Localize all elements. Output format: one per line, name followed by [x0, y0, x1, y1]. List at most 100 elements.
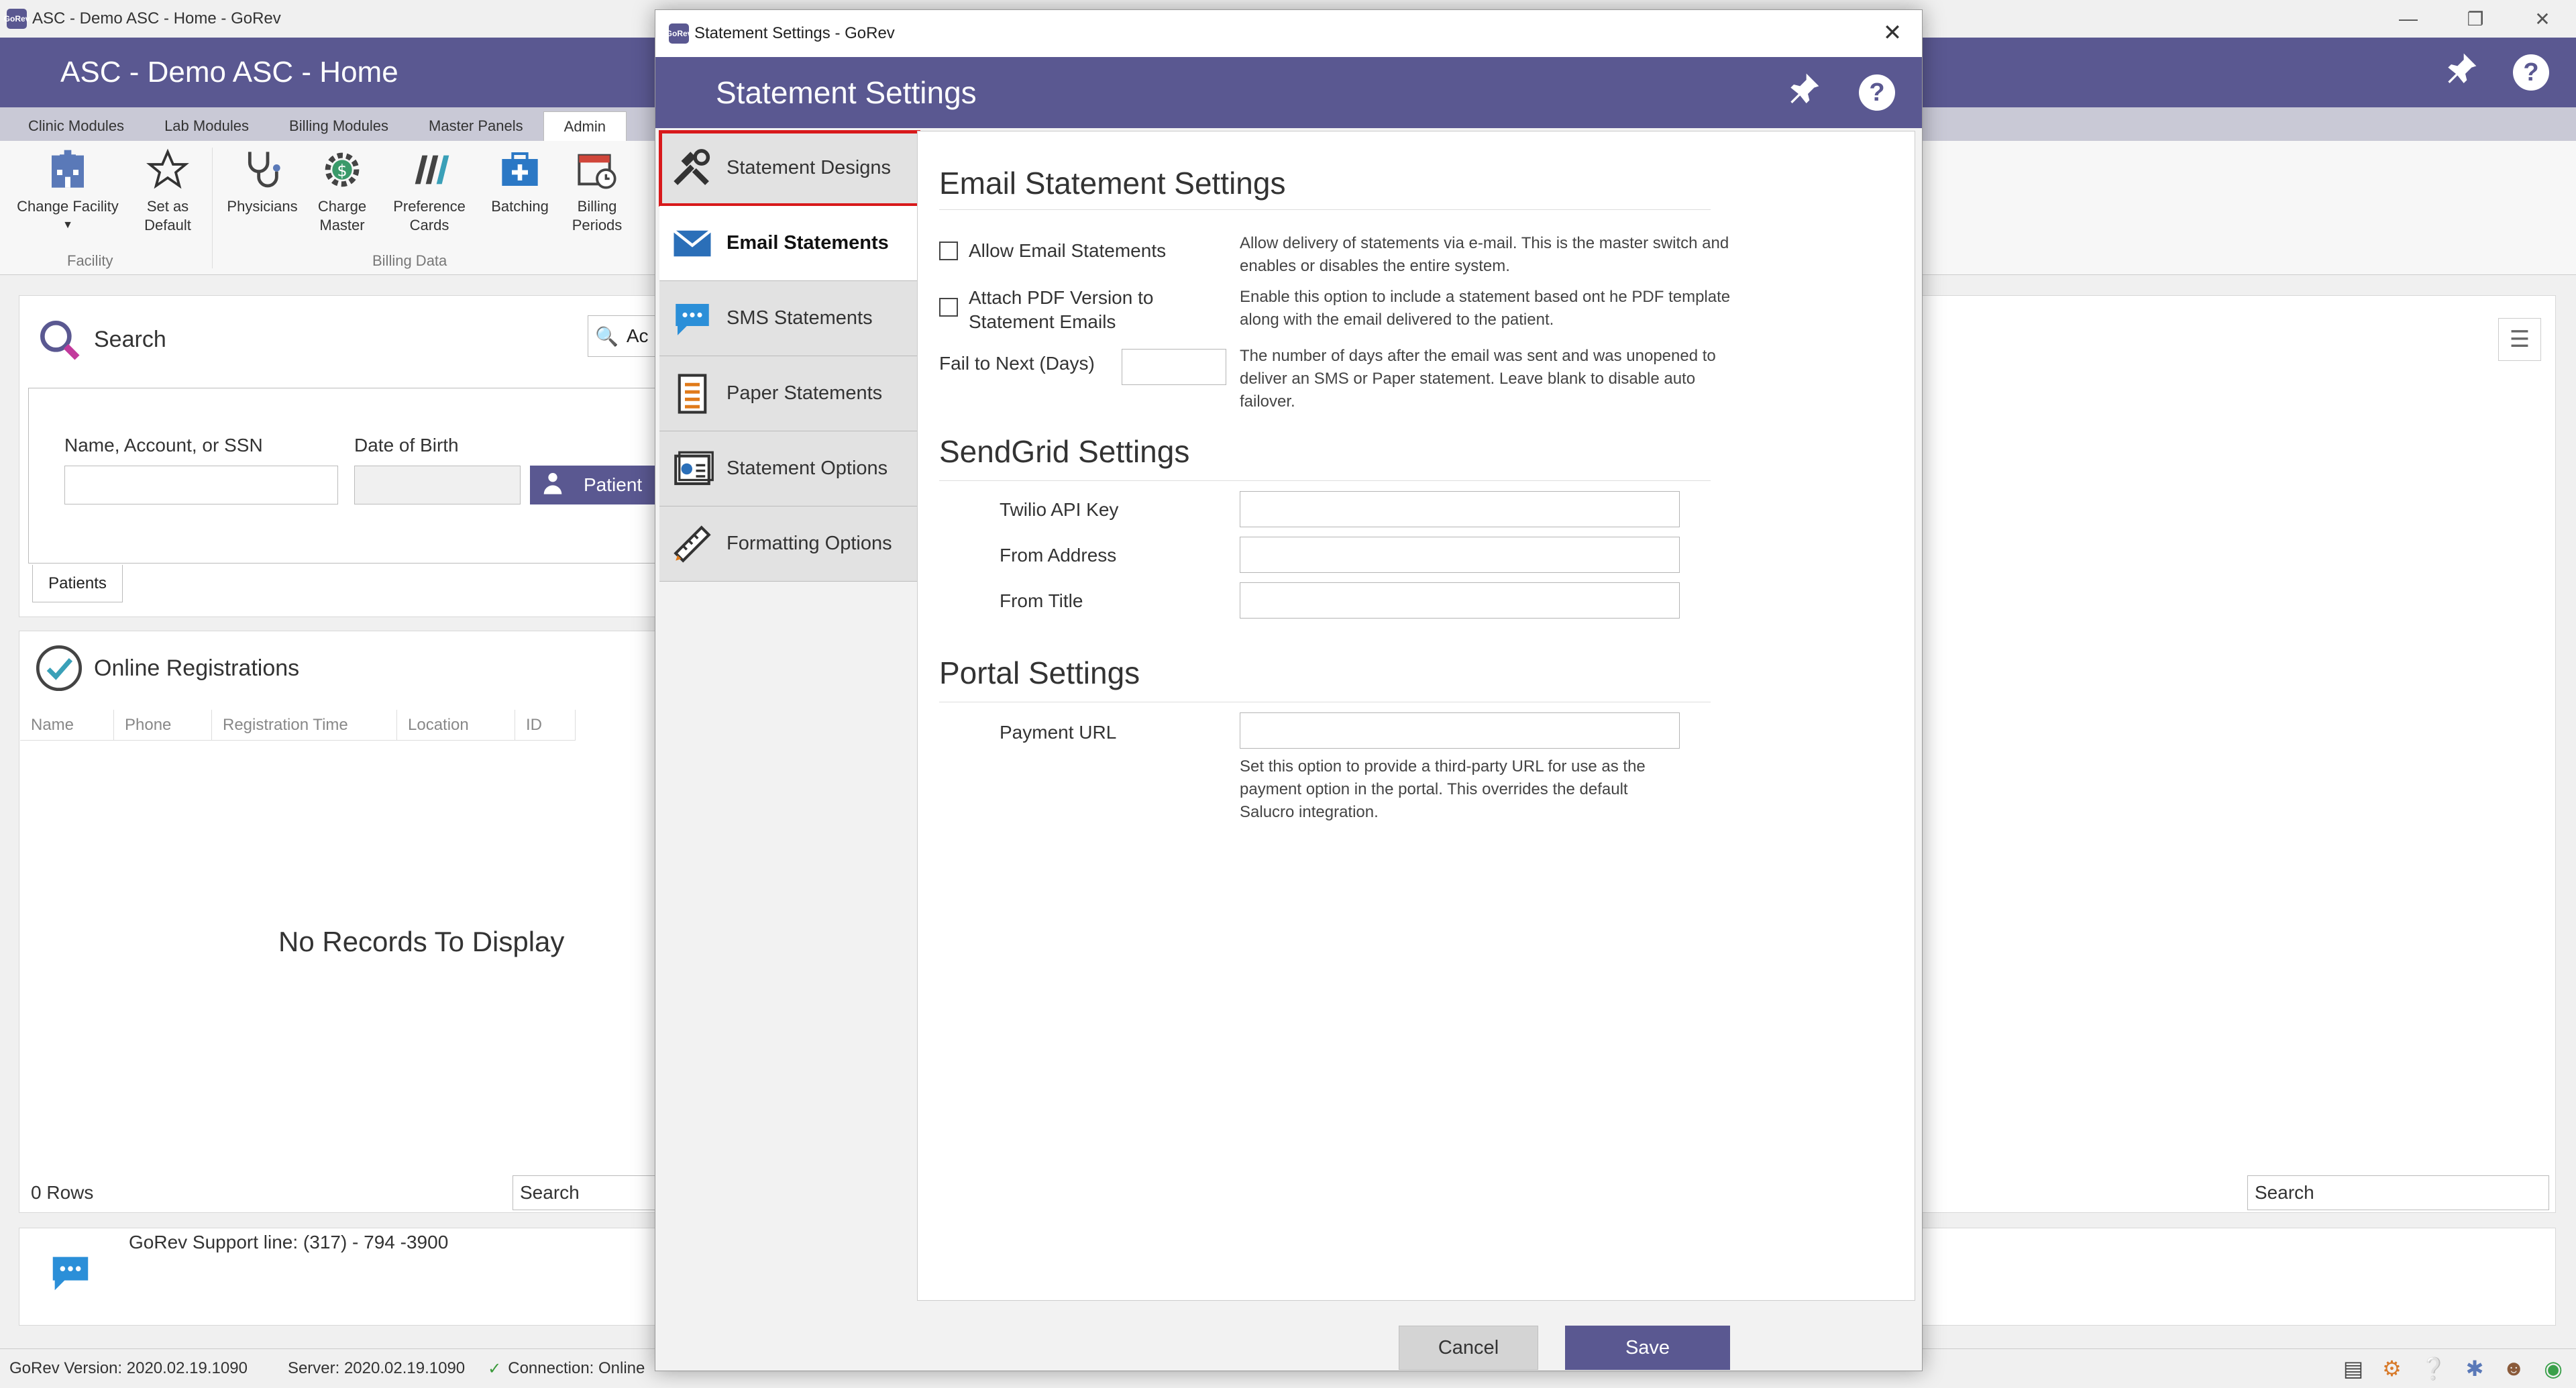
color-wheel-icon[interactable]: ◉	[2544, 1356, 2563, 1381]
charge-master-button[interactable]: $ Charge Master	[309, 146, 376, 235]
version-text: GoRev Version: 2020.02.19.1090	[9, 1359, 248, 1377]
nav-statement-options[interactable]: Statement Options	[659, 431, 920, 506]
dob-label: Date of Birth	[354, 435, 459, 456]
user-status-icon[interactable]: ☻	[2502, 1356, 2525, 1381]
no-records-text: No Records To Display	[278, 926, 565, 957]
name-account-ssn-label: Name, Account, or SSN	[64, 435, 263, 456]
dialog-content: Email Statement Settings Allow Email Sta…	[917, 131, 1915, 1301]
calendar-clock-icon	[574, 146, 621, 193]
section-divider	[939, 209, 1711, 210]
from-address-label: From Address	[1000, 545, 1117, 566]
server-text: Server: 2020.02.19.1090	[287, 1359, 466, 1377]
fail-to-next-input[interactable]	[1122, 349, 1226, 385]
column-phone[interactable]: Phone	[114, 710, 212, 740]
attach-pdf-row: Attach PDF Version to Statement Emails	[939, 286, 1221, 334]
help-icon[interactable]: ?	[2513, 54, 2549, 91]
save-button[interactable]: Save	[1565, 1326, 1730, 1370]
connection-text: Connection: Online	[508, 1359, 645, 1377]
menu-icon[interactable]: ☰	[2498, 318, 2541, 361]
restore-icon[interactable]: ❐	[2442, 0, 2509, 38]
from-title-input[interactable]	[1240, 582, 1680, 619]
allow-email-label: Allow Email Statements	[969, 240, 1167, 261]
right-panel	[1919, 295, 2556, 1213]
attach-pdf-help: Enable this option to include a statemen…	[1240, 288, 1731, 329]
attach-pdf-label: Attach PDF Version to Statement Emails	[969, 287, 1154, 332]
nav-email-statements[interactable]: Email Statements	[659, 206, 920, 281]
nav-formatting-options[interactable]: Formatting Options	[659, 506, 920, 582]
ribbon-separator	[212, 148, 213, 268]
set-as-default-button[interactable]: Set as Default	[134, 146, 201, 235]
preference-cards-button[interactable]: Preference Cards	[382, 146, 476, 235]
tab-lab-modules[interactable]: Lab Modules	[144, 111, 269, 141]
nav-paper-statements[interactable]: Paper Statements	[659, 356, 920, 431]
minimize-icon[interactable]: —	[2375, 0, 2442, 38]
help-status-icon[interactable]: ❔	[2420, 1356, 2447, 1381]
dialog-close-icon[interactable]: ✕	[1878, 18, 1907, 48]
sendgrid-settings-title: SendGrid Settings	[939, 434, 1190, 469]
chat-icon[interactable]	[47, 1249, 94, 1301]
fail-to-next-label: Fail to Next (Days)	[939, 353, 1095, 374]
chat-bubble-icon	[669, 295, 716, 342]
physicians-button[interactable]: Physicians	[219, 146, 306, 216]
close-icon[interactable]: ✕	[2509, 0, 2576, 38]
tab-admin[interactable]: Admin	[543, 111, 627, 141]
help-icon[interactable]: ?	[1859, 74, 1895, 111]
main-window-title: ASC - Demo ASC - Home - GoRev	[32, 9, 281, 28]
attach-pdf-checkbox[interactable]	[939, 298, 958, 317]
change-facility-button[interactable]: Change Facility ▼	[11, 146, 125, 235]
envelope-icon	[669, 220, 716, 267]
checkmark-icon: ✓	[488, 1359, 502, 1378]
tab-master-panels[interactable]: Master Panels	[409, 111, 543, 141]
tab-billing-modules[interactable]: Billing Modules	[269, 111, 409, 141]
dob-input[interactable]	[354, 466, 521, 504]
billing-periods-button[interactable]: Billing Periods	[564, 146, 631, 235]
paper-icon	[669, 370, 716, 417]
star-icon	[144, 146, 191, 193]
stethoscope-icon	[239, 146, 286, 193]
dialog-header: Statement Settings ?	[655, 57, 1922, 128]
pin-icon[interactable]	[1784, 70, 1822, 115]
patient-search-button[interactable]: Patient	[530, 466, 657, 504]
person-icon	[539, 470, 566, 501]
gears-icon[interactable]: ⚙	[2382, 1356, 2402, 1381]
column-location[interactable]: Location	[397, 710, 515, 740]
dialog-header-title: Statement Settings	[716, 75, 977, 110]
grid-search-input[interactable]: Search	[513, 1175, 660, 1210]
column-id[interactable]: ID	[515, 710, 576, 740]
portal-settings-title: Portal Settings	[939, 655, 1140, 690]
search-magnifier-icon	[34, 314, 87, 372]
svg-text:$: $	[337, 161, 347, 180]
twilio-api-key-input[interactable]	[1240, 491, 1680, 527]
registrations-grid-header: Name Phone Registration Time Location ID	[20, 710, 576, 741]
email-settings-title: Email Statement Settings	[939, 166, 1286, 201]
dialog-window-title: Statement Settings - GoRev	[694, 24, 895, 42]
column-registration-time[interactable]: Registration Time	[212, 710, 397, 740]
tab-clinic-modules[interactable]: Clinic Modules	[8, 111, 144, 141]
payment-url-input[interactable]	[1240, 712, 1680, 749]
column-name[interactable]: Name	[20, 710, 114, 740]
allow-email-checkbox[interactable]	[939, 242, 958, 260]
tab-patients[interactable]: Patients	[32, 565, 123, 602]
section-divider	[939, 480, 1711, 481]
payment-url-help: Set this option to provide a third-party…	[1240, 757, 1646, 821]
right-search-input[interactable]: Search	[2247, 1175, 2549, 1210]
support-line: GoRev Support line: (317) - 794 -3900	[129, 1232, 449, 1252]
cards-icon	[406, 146, 453, 193]
batching-button[interactable]: Batching	[483, 146, 557, 216]
window-controls: — ❐ ✕	[2375, 0, 2576, 38]
statement-settings-dialog: GoRev Statement Settings - GoRev ✕ State…	[655, 9, 1923, 1371]
tools-icon	[669, 145, 716, 192]
name-account-ssn-input[interactable]	[64, 466, 338, 504]
bug-icon[interactable]: ✱	[2466, 1356, 2484, 1381]
nav-statement-designs[interactable]: Statement Designs	[659, 130, 920, 207]
from-address-input[interactable]	[1240, 537, 1680, 573]
ribbon-group-billing-data: Billing Data	[372, 252, 447, 269]
allow-email-row: Allow Email Statements	[939, 239, 1221, 263]
cancel-button[interactable]: Cancel	[1399, 1326, 1538, 1370]
dialog-side-nav: Statement Designs Email Statements SMS S…	[659, 130, 920, 582]
notes-icon[interactable]: ▤	[2343, 1356, 2363, 1381]
nav-sms-statements[interactable]: SMS Statements	[659, 281, 920, 356]
gear-dollar-icon: $	[319, 146, 366, 193]
briefcase-plus-icon	[496, 146, 543, 193]
pin-icon[interactable]	[2442, 50, 2479, 95]
